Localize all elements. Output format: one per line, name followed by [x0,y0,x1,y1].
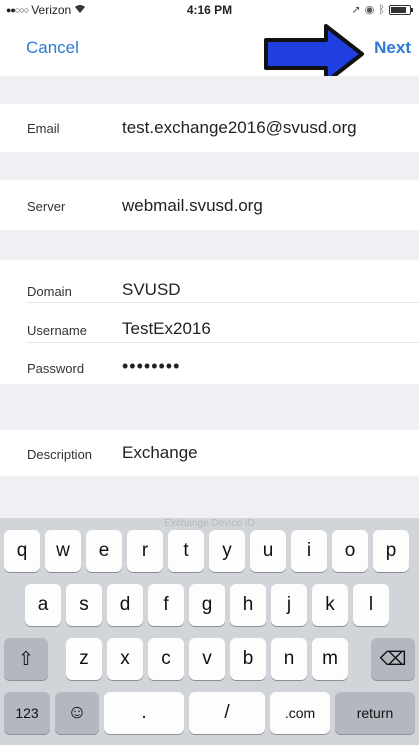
slash-key[interactable]: / [189,692,265,734]
description-field[interactable]: Exchange [122,443,198,463]
key-c[interactable]: c [148,638,184,680]
key-r[interactable]: r [127,530,163,572]
period-key[interactable]: . [104,692,184,734]
key-k[interactable]: k [312,584,348,626]
domain-label: Domain [27,284,72,299]
next-button[interactable]: Next [374,38,411,58]
key-h[interactable]: h [230,584,266,626]
description-label: Description [27,447,93,462]
key-e[interactable]: e [86,530,122,572]
section-spacer [0,76,419,104]
status-bar: ●●○○○ Verizon 4:16 PM ➚ ◉ ᛒ [0,0,419,20]
email-row[interactable]: Email test.exchange2016@svusd.org [0,104,419,152]
username-label: Username [27,323,87,338]
keyboard: Exchange Device ID q w e r t y u i o p a… [0,518,419,745]
section-spacer [0,152,419,180]
status-right-icons: ➚ ◉ ᛒ [351,3,413,16]
key-y[interactable]: y [209,530,245,572]
key-d[interactable]: d [107,584,143,626]
server-row[interactable]: Server webmail.svusd.org [0,180,419,230]
shift-key[interactable]: ⇧ [4,638,48,680]
section-spacer [0,476,419,518]
password-field[interactable]: •••••••• [122,356,180,377]
key-i[interactable]: i [291,530,327,572]
account-group: Domain SVUSD Username TestEx2016 Passwor… [0,260,419,384]
key-v[interactable]: v [189,638,225,680]
server-field[interactable]: webmail.svusd.org [122,196,263,216]
section-spacer [0,384,419,430]
key-a[interactable]: a [25,584,61,626]
email-label: Email [27,121,60,136]
key-s[interactable]: s [66,584,102,626]
domain-field[interactable]: SVUSD [122,280,181,300]
return-key[interactable]: return [335,692,415,734]
key-b[interactable]: b [230,638,266,680]
key-l[interactable]: l [353,584,389,626]
key-z[interactable]: z [66,638,102,680]
key-t[interactable]: t [168,530,204,572]
username-field[interactable]: TestEx2016 [122,319,211,339]
key-o[interactable]: o [332,530,368,572]
section-spacer [0,230,419,260]
device-id-peek: Exchange Device ID [164,518,255,529]
location-icon: ➚ [351,4,361,16]
key-j[interactable]: j [271,584,307,626]
key-n[interactable]: n [271,638,307,680]
key-p[interactable]: p [373,530,409,572]
key-m[interactable]: m [312,638,348,680]
email-field[interactable]: test.exchange2016@svusd.org [122,118,357,138]
description-row[interactable]: Description Exchange [0,430,419,476]
orientation-lock-icon: ◉ [364,4,375,16]
key-w[interactable]: w [45,530,81,572]
backspace-key[interactable]: ⌫ [371,638,415,680]
key-f[interactable]: f [148,584,184,626]
emoji-key[interactable]: ☺ [55,692,99,734]
divider [27,342,419,343]
password-label: Password [27,361,85,376]
key-x[interactable]: x [107,638,143,680]
bluetooth-icon: ᛒ [378,3,385,16]
key-g[interactable]: g [189,584,225,626]
key-u[interactable]: u [250,530,286,572]
dotcom-key[interactable]: .com [270,692,330,734]
nav-bar: Cancel Next [0,20,419,84]
key-q[interactable]: q [4,530,40,572]
numbers-key[interactable]: 123 [4,692,50,734]
arrow-annotation [264,24,364,84]
cancel-button[interactable]: Cancel [26,38,79,58]
divider [27,302,419,303]
server-label: Server [27,199,66,214]
battery-icon [389,4,413,15]
